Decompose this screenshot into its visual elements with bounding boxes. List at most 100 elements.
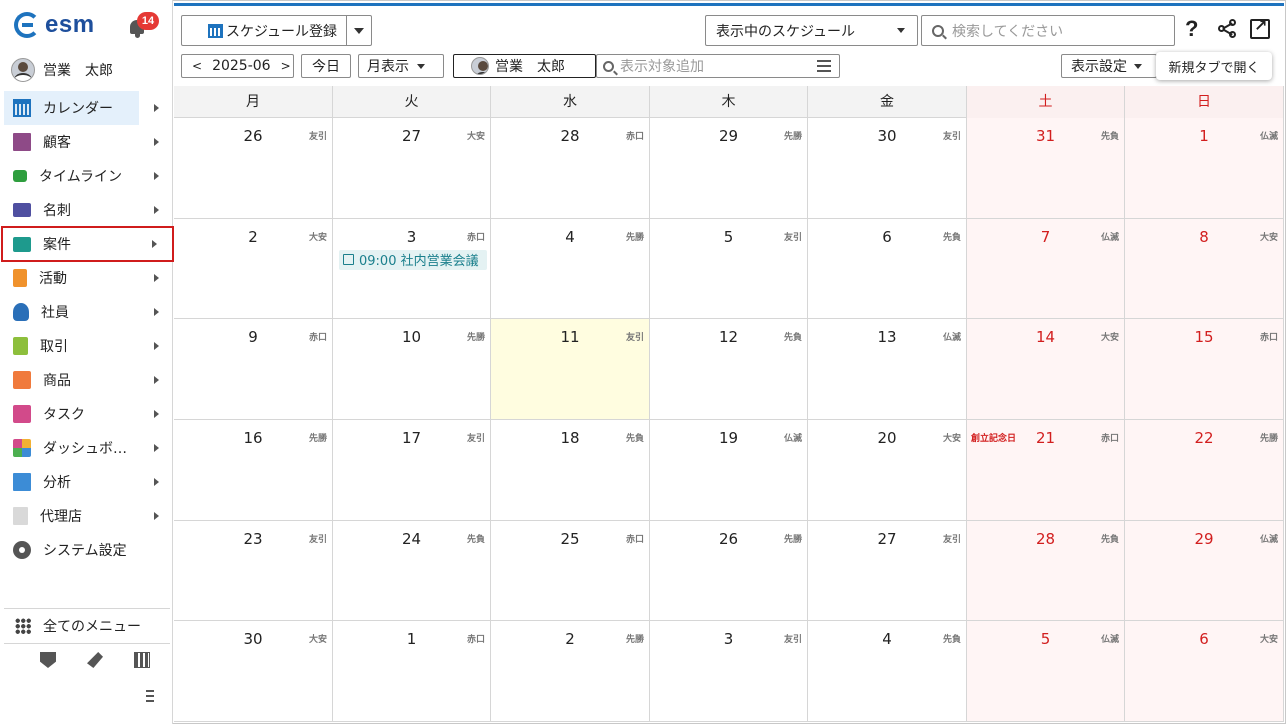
display-settings-button[interactable]: 表示設定	[1061, 54, 1157, 78]
sidebar-item-13[interactable]: システム設定	[4, 533, 170, 567]
add-target-placeholder: 表示対象追加	[620, 59, 704, 75]
sidebar-item-7[interactable]: 取引	[4, 329, 170, 363]
sidebar-item-9[interactable]: タスク	[4, 397, 170, 431]
calendar-icon	[208, 23, 223, 38]
sidebar-item-1[interactable]: 顧客	[4, 125, 170, 159]
calendar-day-cell[interactable]: 16 先勝	[174, 420, 333, 520]
calendar-day-cell[interactable]: 9 赤口	[174, 319, 333, 420]
calendar-day-cell[interactable]: 31 先負	[967, 118, 1125, 218]
business-card-icon	[13, 203, 31, 217]
calendar-day-cell[interactable]: 6 大安	[1125, 621, 1284, 722]
calendar-day-cell[interactable]: 29 仏滅	[1125, 520, 1284, 621]
calendar-day-cell[interactable]: 11 友引	[491, 319, 650, 420]
chevron-left-icon[interactable]: <	[192, 59, 202, 73]
sidebar-item-5[interactable]: 活動	[4, 261, 170, 295]
collapse-sidebar-icon[interactable]	[146, 690, 162, 704]
calendar-day-cell[interactable]: 3 友引	[650, 621, 808, 722]
calendar-day-cell[interactable]: 14 大安	[967, 319, 1125, 420]
calendar-event[interactable]: 09:00 社内営業会議	[339, 249, 487, 270]
calendar-day-cell[interactable]: 20 大安	[808, 420, 967, 520]
calendar-day-cell[interactable]: 30 友引	[808, 118, 967, 218]
sidebar-item-11[interactable]: 分析	[4, 465, 170, 499]
calendar-day-cell[interactable]: 1 仏滅	[1125, 118, 1284, 218]
search-icon	[603, 60, 614, 72]
calendar-week-row: 16 先勝 17 友引 18 先負 19 仏滅 20 大安 21 赤口 創立記念日 22 先勝	[174, 420, 1284, 521]
sidebar-item-8[interactable]: 商品	[4, 363, 170, 397]
calendar-day-cell[interactable]: 2 先勝	[491, 621, 650, 722]
calendar-day-cell[interactable]: 26 先勝	[650, 520, 808, 621]
rokuyo-label: 先勝	[783, 534, 802, 545]
share-icon[interactable]	[1218, 19, 1238, 39]
weekday-label: 火	[333, 86, 491, 118]
user-filter-chip[interactable]: 営業 太郎	[453, 54, 596, 78]
chevron-right-icon[interactable]: >	[281, 59, 291, 73]
calendar-day-cell[interactable]: 1 赤口	[333, 621, 491, 722]
help-icon[interactable]: ?	[1185, 16, 1198, 42]
calendar-day-cell[interactable]: 19 仏滅	[650, 420, 808, 520]
calendar-day-cell[interactable]: 3 赤口 09:00 社内営業会議	[333, 218, 491, 319]
calendar-day-cell[interactable]: 21 赤口 創立記念日	[967, 420, 1125, 520]
calendar-day-cell[interactable]: 22 先勝	[1125, 420, 1284, 520]
calendar-day-cell[interactable]: 24 先負	[333, 520, 491, 621]
calendar-day-cell[interactable]: 2 大安	[174, 218, 333, 319]
building-icon	[13, 133, 31, 151]
calendar-day-cell[interactable]: 28 赤口	[491, 118, 650, 218]
calendar-day-cell[interactable]: 15 赤口	[1125, 319, 1284, 420]
all-menu-button[interactable]: 全てのメニュー	[4, 608, 170, 644]
calendar-day-cell[interactable]: 25 赤口	[491, 520, 650, 621]
calendar-day-cell[interactable]: 17 友引	[333, 420, 491, 520]
chevron-right-icon	[152, 240, 157, 248]
calendar-day-cell[interactable]: 29 先勝	[650, 118, 808, 218]
sidebar-item-0[interactable]: カレンダー	[4, 91, 159, 125]
chevron-down-icon	[417, 63, 425, 69]
today-button[interactable]: 今日	[301, 54, 351, 78]
search-input[interactable]: 検索してください	[921, 15, 1175, 46]
calendar-day-cell[interactable]: 12 先負	[650, 319, 808, 420]
calendar-day-cell[interactable]: 5 仏滅	[967, 621, 1125, 722]
film-icon[interactable]	[134, 652, 150, 668]
calendar-day-cell[interactable]: 27 友引	[808, 520, 967, 621]
view-mode-select[interactable]: 月表示	[358, 54, 444, 78]
sidebar-item-2[interactable]: タイムライン	[4, 159, 170, 193]
rokuyo-label: 仏滅	[1100, 635, 1119, 646]
open-new-tab-icon[interactable]	[1250, 16, 1270, 39]
calendar-day-cell[interactable]: 5 友引	[650, 218, 808, 319]
calendar-day-cell[interactable]: 10 先勝	[333, 319, 491, 420]
user-profile[interactable]: 営業 太郎	[11, 58, 113, 82]
shield-icon[interactable]	[40, 652, 56, 668]
rokuyo-label: 先勝	[625, 232, 644, 243]
calendar-day-cell[interactable]: 27 大安	[333, 118, 491, 218]
rokuyo-label: 友引	[783, 232, 802, 243]
calendar-day-cell[interactable]: 28 先負	[967, 520, 1125, 621]
calendar-day-cell[interactable]: 6 先負	[808, 218, 967, 319]
new-tab-tooltip: 新規タブで開く	[1156, 52, 1272, 80]
calendar-week-row: 26 友引 27 大安 28 赤口 29 先勝 30 友引 31 先負 1 仏滅	[174, 118, 1284, 219]
wrench-icon[interactable]	[87, 652, 103, 668]
timeline-chat-icon	[13, 170, 27, 182]
calendar-day-cell[interactable]: 4 先負	[808, 621, 967, 722]
sidebar-item-12[interactable]: 代理店	[4, 499, 170, 533]
esm-logo[interactable]: esm	[14, 10, 95, 40]
event-checkbox-icon	[343, 254, 354, 266]
calendar-day-cell[interactable]: 4 先勝	[491, 218, 650, 319]
sidebar-item-4[interactable]: 案件	[1, 226, 174, 262]
product-box-icon	[13, 371, 31, 389]
sidebar-item-10[interactable]: ダッシュボ…	[4, 431, 170, 465]
sidebar: esm 14 営業 太郎 カレンダー 顧客 タイムライン 名刺 案件 活動 社員 取引 商品 タス…	[0, 0, 174, 724]
filter-settings-icon[interactable]	[817, 60, 831, 72]
weekday-label: 月	[174, 86, 333, 118]
calendar-day-cell[interactable]: 26 友引	[174, 118, 333, 218]
sidebar-item-6[interactable]: 社員	[4, 295, 170, 329]
calendar-day-cell[interactable]: 13 仏滅	[808, 319, 967, 420]
add-target-input[interactable]: 表示対象追加	[596, 54, 840, 78]
rokuyo-label: 先負	[942, 232, 961, 243]
schedule-register-dropdown[interactable]	[346, 16, 371, 45]
calendar-day-cell[interactable]: 7 仏滅	[967, 218, 1125, 319]
sidebar-item-3[interactable]: 名刺	[4, 193, 170, 227]
calendar-day-cell[interactable]: 8 大安	[1125, 218, 1284, 319]
calendar-day-cell[interactable]: 30 大安	[174, 621, 333, 722]
schedule-register-button[interactable]: スケジュール登録	[182, 16, 346, 45]
calendar-day-cell[interactable]: 18 先負	[491, 420, 650, 520]
schedule-view-select[interactable]: 表示中のスケジュール	[705, 15, 918, 46]
calendar-day-cell[interactable]: 23 友引	[174, 520, 333, 621]
